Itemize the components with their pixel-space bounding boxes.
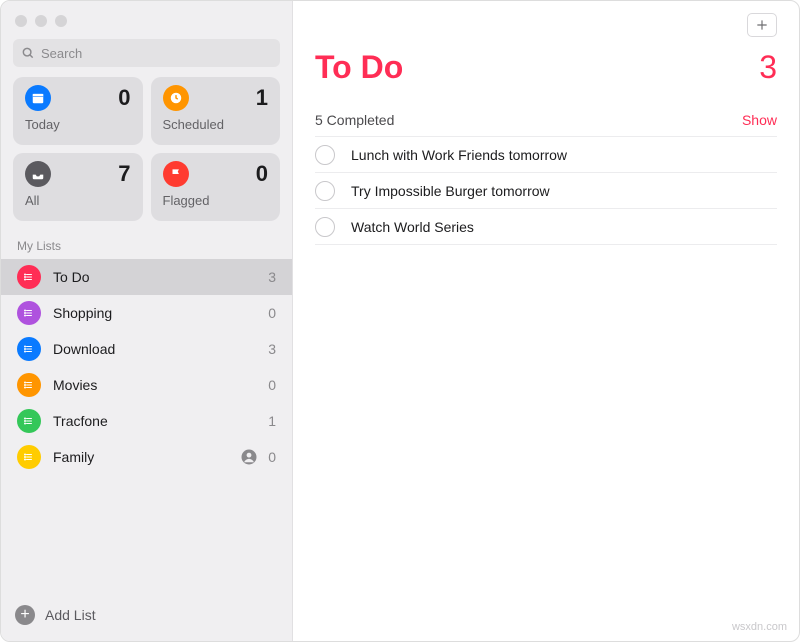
list-count: 0 [268, 377, 276, 393]
main-pane: To Do 3 5 Completed Show Lunch with Work… [293, 1, 799, 641]
smart-lists: 0 Today 1 Scheduled 7 [1, 77, 292, 231]
lists: To Do3Shopping0Download3Movies0Tracfone1… [1, 259, 292, 595]
search-input[interactable]: Search [13, 39, 280, 67]
list-bullet-icon [17, 265, 41, 289]
toolbar [315, 13, 777, 43]
list-name: To Do [53, 269, 268, 285]
list-count: 3 [268, 269, 276, 285]
search-icon [21, 46, 35, 60]
sidebar-list-item[interactable]: Family 0 [1, 439, 292, 475]
smart-flagged-label: Flagged [163, 193, 269, 208]
reminder-title: Watch World Series [351, 219, 474, 235]
list-bullet-icon [17, 337, 41, 361]
smart-flagged[interactable]: 0 Flagged [151, 153, 281, 221]
plus-circle-icon: + [15, 605, 35, 625]
sidebar-list-item[interactable]: Download3 [1, 331, 292, 367]
flag-icon [163, 161, 189, 187]
title-row: To Do 3 [315, 49, 777, 86]
reminder-row[interactable]: Watch World Series [315, 209, 777, 245]
watermark: wsxdn.com [732, 621, 787, 633]
completed-row: 5 Completed Show [315, 112, 777, 136]
list-bullet-icon [17, 445, 41, 469]
list-count: 0 [268, 449, 276, 465]
list-name: Family [53, 449, 240, 465]
reminder-row[interactable]: Try Impossible Burger tomorrow [315, 173, 777, 209]
sidebar-list-item[interactable]: Tracfone1 [1, 403, 292, 439]
list-count: 1 [268, 413, 276, 429]
smart-all-count: 7 [118, 161, 130, 187]
sidebar-list-item[interactable]: Movies0 [1, 367, 292, 403]
add-list-button[interactable]: + Add List [1, 595, 292, 641]
add-list-label: Add List [45, 607, 96, 623]
smart-all-label: All [25, 193, 131, 208]
tray-icon [25, 161, 51, 187]
sidebar: Search 0 Today 1 Scheduled [1, 1, 293, 641]
list-count: 3 [759, 49, 777, 86]
reminder-title: Try Impossible Burger tomorrow [351, 183, 550, 199]
sidebar-list-item[interactable]: To Do3 [1, 259, 292, 295]
smart-all[interactable]: 7 All [13, 153, 143, 221]
complete-toggle[interactable] [315, 145, 335, 165]
smart-scheduled-label: Scheduled [163, 117, 269, 132]
search-placeholder: Search [41, 46, 82, 61]
sidebar-list-item[interactable]: Shopping0 [1, 295, 292, 331]
minimize-window-button[interactable] [35, 15, 47, 27]
smart-today[interactable]: 0 Today [13, 77, 143, 145]
list-name: Movies [53, 377, 268, 393]
complete-toggle[interactable] [315, 217, 335, 237]
zoom-window-button[interactable] [55, 15, 67, 27]
list-name: Shopping [53, 305, 268, 321]
show-completed-button[interactable]: Show [742, 112, 777, 128]
completed-label: 5 Completed [315, 112, 394, 128]
list-name: Tracfone [53, 413, 268, 429]
plus-icon [755, 18, 769, 32]
window-controls [1, 1, 292, 37]
list-title: To Do [315, 49, 403, 86]
reminder-title: Lunch with Work Friends tomorrow [351, 147, 567, 163]
list-bullet-icon [17, 409, 41, 433]
add-reminder-button[interactable] [747, 13, 777, 37]
clock-icon [163, 85, 189, 111]
smart-flagged-count: 0 [256, 161, 268, 187]
list-bullet-icon [17, 373, 41, 397]
list-name: Download [53, 341, 268, 357]
list-count: 0 [268, 305, 276, 321]
my-lists-label: My Lists [1, 231, 292, 259]
complete-toggle[interactable] [315, 181, 335, 201]
reminder-row[interactable]: Lunch with Work Friends tomorrow [315, 137, 777, 173]
smart-today-count: 0 [118, 85, 130, 111]
close-window-button[interactable] [15, 15, 27, 27]
smart-today-label: Today [25, 117, 131, 132]
shared-icon [240, 448, 258, 466]
smart-scheduled-count: 1 [256, 85, 268, 111]
calendar-icon [25, 85, 51, 111]
app-window: Search 0 Today 1 Scheduled [0, 0, 800, 642]
list-bullet-icon [17, 301, 41, 325]
list-count: 3 [268, 341, 276, 357]
reminders-list: Lunch with Work Friends tomorrow Try Impo… [315, 136, 777, 245]
smart-scheduled[interactable]: 1 Scheduled [151, 77, 281, 145]
